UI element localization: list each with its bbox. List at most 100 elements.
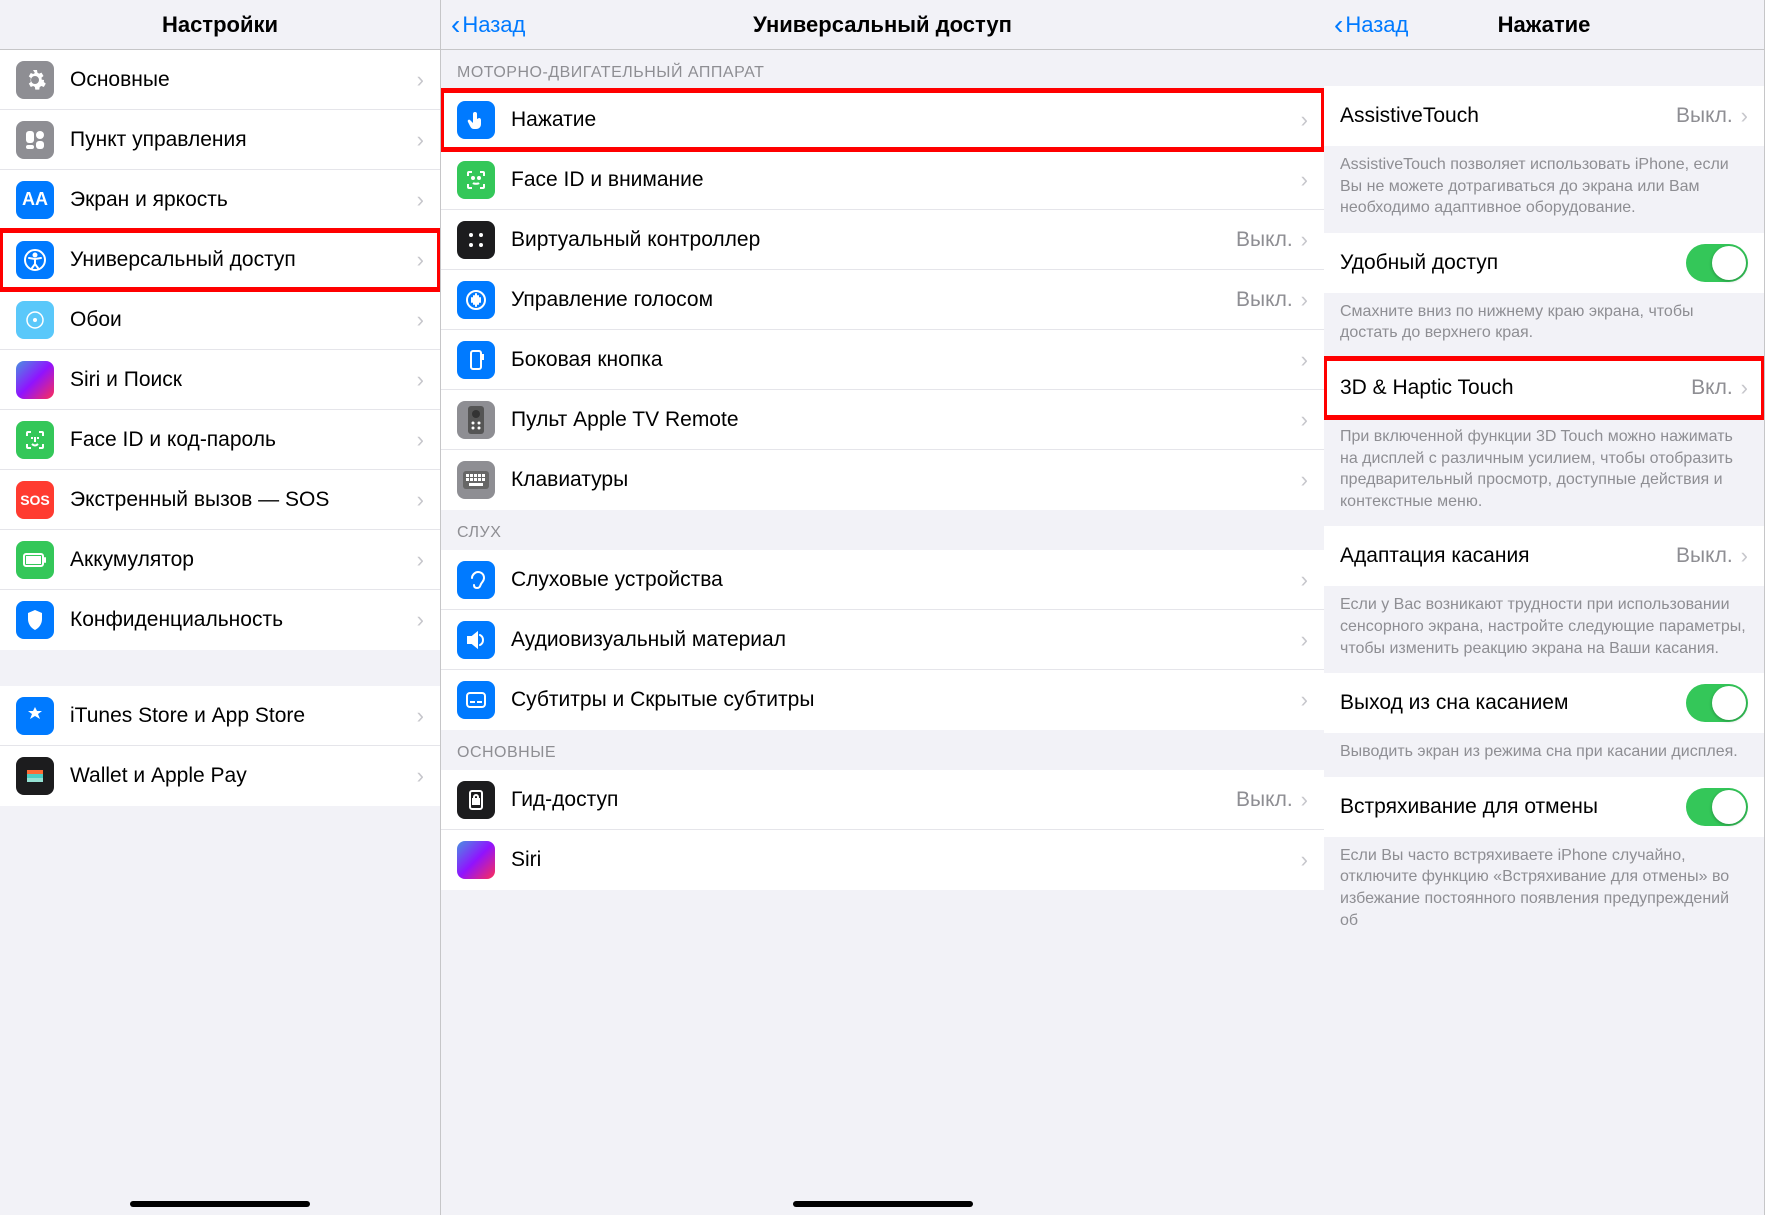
row-label: Siri — [511, 848, 1301, 872]
chevron-right-icon: › — [417, 427, 424, 453]
row-wallet[interactable]: Wallet и Apple Pay › — [0, 746, 440, 806]
row-reachability[interactable]: Удобный доступ — [1324, 233, 1764, 293]
row-value: Вкл. — [1691, 376, 1733, 400]
row-label: Гид-доступ — [511, 788, 1236, 812]
row-label: Аудиовизуальный материал — [511, 628, 1301, 652]
row-tv-remote[interactable]: Пульт Apple TV Remote › — [441, 390, 1324, 450]
row-label: Адаптация касания — [1340, 544, 1676, 568]
control-center-icon — [16, 121, 54, 159]
row-hearing-devices[interactable]: Слуховые устройства › — [441, 550, 1324, 610]
hearing-icon — [457, 561, 495, 599]
row-shake-undo[interactable]: Встряхивание для отмены — [1324, 777, 1764, 837]
privacy-icon — [16, 601, 54, 639]
row-3d-haptic[interactable]: 3D & Haptic Touch Вкл. › — [1324, 358, 1764, 418]
row-voice-control[interactable]: Управление голосом Выкл. › — [441, 270, 1324, 330]
siri-icon — [457, 841, 495, 879]
row-label: Аккумулятор — [70, 548, 417, 572]
row-label: Клавиатуры — [511, 468, 1301, 492]
row-accessibility[interactable]: Универсальный доступ › — [0, 230, 440, 290]
chevron-right-icon: › — [417, 487, 424, 513]
row-label: Нажатие — [511, 108, 1301, 132]
row-wallpaper[interactable]: Обои › — [0, 290, 440, 350]
row-label: Боковая кнопка — [511, 348, 1301, 372]
row-value: Выкл. — [1236, 788, 1293, 812]
row-label: Основные — [70, 68, 417, 92]
panel2-header: ‹ Назад Универсальный доступ — [441, 0, 1324, 50]
chevron-right-icon: › — [417, 547, 424, 573]
chevron-right-icon: › — [417, 307, 424, 333]
row-label: Виртуальный контроллер — [511, 228, 1236, 252]
row-face-attention[interactable]: Face ID и внимание › — [441, 150, 1324, 210]
row-label: 3D & Haptic Touch — [1340, 376, 1691, 400]
remote-icon — [457, 401, 495, 439]
shake-toggle[interactable] — [1686, 788, 1748, 826]
row-label: Встряхивание для отмены — [1340, 795, 1686, 819]
chevron-right-icon: › — [417, 763, 424, 789]
row-switch-control[interactable]: Виртуальный контроллер Выкл. › — [441, 210, 1324, 270]
row-value: Выкл. — [1676, 104, 1733, 128]
gear-icon — [16, 61, 54, 99]
panel2-content: МОТОРНО-ДВИГАТЕЛЬНЫЙ АППАРАТ Нажатие › F… — [441, 50, 1324, 1215]
row-faceid[interactable]: Face ID и код-пароль › — [0, 410, 440, 470]
row-label: Пульт Apple TV Remote — [511, 408, 1301, 432]
faceid-icon — [16, 421, 54, 459]
accessibility-panel: ‹ Назад Универсальный доступ МОТОРНО-ДВИ… — [441, 0, 1324, 1215]
chevron-right-icon: › — [1301, 627, 1308, 653]
row-siri2[interactable]: Siri › — [441, 830, 1324, 890]
row-label: Wallet и Apple Pay — [70, 764, 417, 788]
row-display[interactable]: AA Экран и яркость › — [0, 170, 440, 230]
row-av[interactable]: Аудиовизуальный материал › — [441, 610, 1324, 670]
row-label: Face ID и внимание — [511, 168, 1301, 192]
chevron-right-icon: › — [1301, 467, 1308, 493]
row-privacy[interactable]: Конфиденциальность › — [0, 590, 440, 650]
row-keyboards[interactable]: Клавиатуры › — [441, 450, 1324, 510]
chevron-right-icon: › — [417, 247, 424, 273]
appstore-icon — [16, 697, 54, 735]
settings-panel: Настройки Основные › Пункт управления › … — [0, 0, 441, 1215]
row-label: AssistiveTouch — [1340, 104, 1676, 128]
chevron-right-icon: › — [1301, 167, 1308, 193]
chevron-right-icon: › — [1301, 227, 1308, 253]
row-itunes[interactable]: iTunes Store и App Store › — [0, 686, 440, 746]
chevron-right-icon: › — [1301, 567, 1308, 593]
sos-icon: SOS — [16, 481, 54, 519]
row-guided-access[interactable]: Гид-доступ Выкл. › — [441, 770, 1324, 830]
chevron-right-icon: › — [417, 127, 424, 153]
row-control-center[interactable]: Пункт управления › — [0, 110, 440, 170]
row-general[interactable]: Основные › — [0, 50, 440, 110]
row-battery[interactable]: Аккумулятор › — [0, 530, 440, 590]
row-tap-to-wake[interactable]: Выход из сна касанием — [1324, 673, 1764, 733]
section-motor-header: МОТОРНО-ДВИГАТЕЛЬНЫЙ АППАРАТ — [441, 50, 1324, 90]
display-icon: AA — [16, 181, 54, 219]
home-indicator[interactable] — [793, 1201, 973, 1207]
row-value: Выкл. — [1236, 288, 1293, 312]
row-label: Face ID и код-пароль — [70, 428, 417, 452]
row-label: Siri и Поиск — [70, 368, 417, 392]
row-subtitles[interactable]: Субтитры и Скрытые субтитры › — [441, 670, 1324, 730]
row-siri[interactable]: Siri и Поиск › — [0, 350, 440, 410]
row-assistive-touch[interactable]: AssistiveTouch Выкл. › — [1324, 86, 1764, 146]
face-attention-icon — [457, 161, 495, 199]
reach-footer: Смахните вниз по нижнему краю экрана, чт… — [1324, 293, 1764, 358]
back-button[interactable]: ‹ Назад — [1334, 11, 1408, 39]
guided-access-icon — [457, 781, 495, 819]
chevron-right-icon: › — [417, 607, 424, 633]
home-indicator[interactable] — [130, 1201, 310, 1207]
row-touch[interactable]: Нажатие › — [441, 90, 1324, 150]
row-label: iTunes Store и App Store — [70, 704, 417, 728]
reachability-toggle[interactable] — [1686, 244, 1748, 282]
row-label: Конфиденциальность — [70, 608, 417, 632]
back-button[interactable]: ‹ Назад — [451, 11, 525, 39]
row-touch-accommodations[interactable]: Адаптация касания Выкл. › — [1324, 526, 1764, 586]
row-sos[interactable]: SOS Экстренный вызов — SOS › — [0, 470, 440, 530]
row-label: Удобный доступ — [1340, 251, 1686, 275]
wake-toggle[interactable] — [1686, 684, 1748, 722]
panel1-header: Настройки — [0, 0, 440, 50]
chevron-right-icon: › — [417, 367, 424, 393]
back-label: Назад — [462, 12, 525, 38]
switch-control-icon — [457, 221, 495, 259]
keyboard-icon — [457, 461, 495, 499]
side-button-icon — [457, 341, 495, 379]
row-side-button[interactable]: Боковая кнопка › — [441, 330, 1324, 390]
chevron-right-icon: › — [417, 67, 424, 93]
